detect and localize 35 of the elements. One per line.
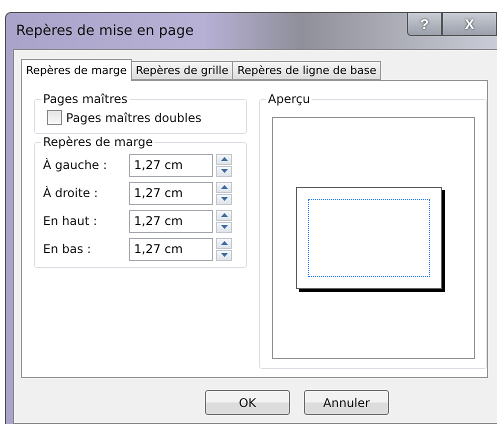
input-field[interactable]: 1,27 cm: [129, 182, 213, 204]
tab[interactable]: Repères de grille: [130, 61, 234, 80]
down-arrow-icon: [220, 225, 228, 229]
field-label: À droite :: [43, 186, 99, 200]
checkbox-box[interactable]: [47, 110, 62, 125]
up-arrow-icon: [220, 241, 228, 245]
ok-button[interactable]: OK: [205, 390, 290, 415]
tab[interactable]: Repères de ligne de base: [232, 61, 382, 80]
tab[interactable]: Repères de marge: [21, 59, 132, 81]
spin-up-button[interactable]: [216, 210, 232, 220]
spin-down-button[interactable]: [216, 194, 232, 204]
field-label: À gauche :: [43, 158, 108, 172]
input-field[interactable]: 1,27 cm: [129, 154, 213, 176]
cancel-button[interactable]: Annuler: [304, 390, 389, 415]
group-title: Pages maîtres: [41, 92, 130, 106]
down-arrow-icon: [220, 253, 228, 257]
down-arrow-icon: [220, 169, 228, 173]
spin-down-button[interactable]: [216, 222, 232, 232]
field-label: En haut :: [43, 214, 98, 228]
up-arrow-icon: [220, 157, 228, 161]
spin-up-button[interactable]: [216, 238, 232, 248]
spin-up-button[interactable]: [216, 182, 232, 192]
spin-down-button[interactable]: [216, 166, 232, 176]
window-title: Repères de mise en page: [16, 23, 195, 39]
field-label: En bas :: [43, 242, 92, 256]
spin-down-button[interactable]: [216, 250, 232, 260]
group-title: Aperçu: [266, 92, 312, 106]
input-field[interactable]: 1,27 cm: [129, 238, 213, 260]
down-arrow-icon: [220, 197, 228, 201]
checkbox[interactable]: Pages maîtres doubles: [47, 110, 238, 125]
input-field[interactable]: 1,27 cm: [129, 210, 213, 232]
spin-up-button[interactable]: [216, 154, 232, 164]
up-arrow-icon: [220, 213, 228, 217]
up-arrow-icon: [220, 185, 228, 189]
group-title: Repères de marge: [41, 135, 155, 149]
